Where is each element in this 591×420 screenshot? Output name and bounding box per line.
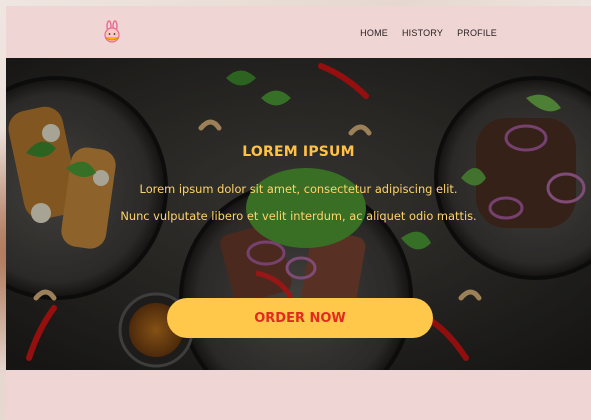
hero-description-line-1: Lorem ipsum dolor sit amet, consectetur … bbox=[139, 182, 458, 196]
nav-history-link[interactable]: HISTORY bbox=[402, 28, 443, 38]
bunny-logo-icon[interactable] bbox=[100, 20, 124, 44]
order-now-button[interactable]: ORDER NOW bbox=[167, 298, 433, 338]
top-navbar: HOME HISTORY PROFILE bbox=[6, 6, 591, 58]
nav-profile-link[interactable]: PROFILE bbox=[457, 28, 497, 38]
hero-section: LOREM IPSUM Lorem ipsum dolor sit amet, … bbox=[6, 58, 591, 370]
nav-home-link[interactable]: HOME bbox=[360, 28, 388, 38]
hero-title: LOREM IPSUM bbox=[242, 144, 355, 160]
page-frame: HOME HISTORY PROFILE LOREM IPSUM Lorem i… bbox=[6, 6, 591, 420]
nav-links: HOME HISTORY PROFILE bbox=[360, 28, 497, 38]
hero-description-line-2: Nunc vulputate libero et velit interdum,… bbox=[120, 209, 477, 223]
page-footer-area bbox=[6, 370, 591, 420]
